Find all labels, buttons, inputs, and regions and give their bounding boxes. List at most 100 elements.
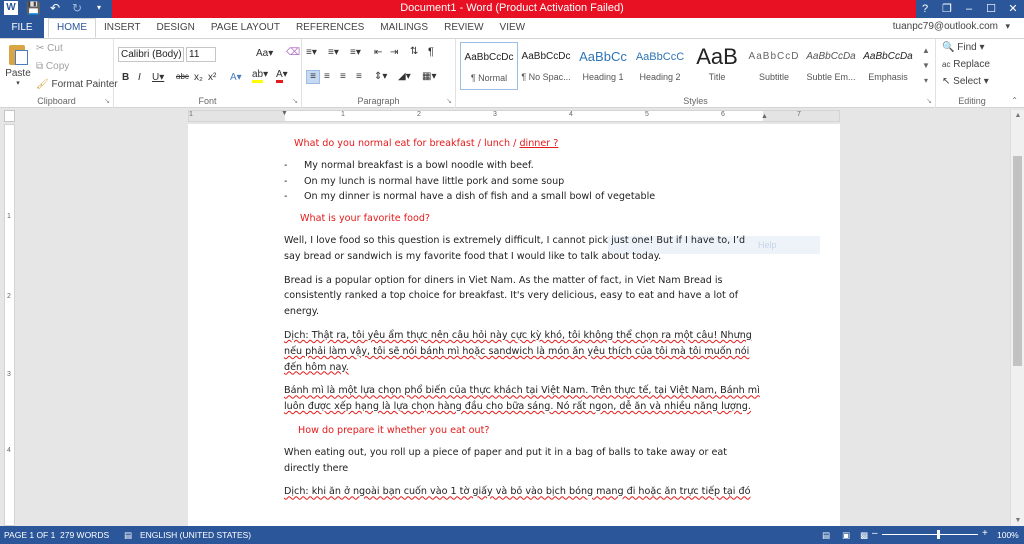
zoom-in-button[interactable]: + xyxy=(982,528,988,539)
horizontal-ruler[interactable]: 1 1 2 3 4 5 6 7 ▼ ▲ xyxy=(188,110,840,122)
scroll-up-icon[interactable]: ▲ xyxy=(1011,112,1024,119)
font-size-box[interactable]: 11 xyxy=(186,47,216,62)
tab-home[interactable]: HOME xyxy=(48,18,96,38)
right-indent-marker-icon[interactable]: ▲ xyxy=(761,113,768,120)
vertical-scrollbar[interactable]: ▲ ▼ xyxy=(1010,110,1024,526)
style-subtitle[interactable]: AaBbCcD Subtitle xyxy=(745,42,803,90)
clear-formatting-icon[interactable]: ⌫ xyxy=(286,47,300,58)
zoom-slider-track[interactable] xyxy=(882,534,978,535)
word-count[interactable]: 279 WORDS xyxy=(60,530,109,540)
underline-icon[interactable]: U▾ xyxy=(152,72,164,83)
subscript-icon[interactable]: x₂ xyxy=(194,72,203,83)
proofing-icon[interactable]: ▤ xyxy=(124,530,132,541)
paintbrush-icon: 🖌 xyxy=(36,79,49,90)
vertical-ruler[interactable]: 1 2 3 4 xyxy=(4,124,15,526)
numbering-icon[interactable]: ≡▾ xyxy=(328,47,339,58)
scroll-thumb[interactable] xyxy=(1013,156,1022,366)
tab-view[interactable]: VIEW xyxy=(492,18,534,38)
ribbon-tabs: FILE HOME INSERT DESIGN PAGE LAYOUT REFE… xyxy=(0,18,1024,38)
zoom-out-button[interactable]: – xyxy=(872,528,878,539)
decrease-indent-icon[interactable]: ⇤ xyxy=(374,47,382,58)
tab-list: HOME INSERT DESIGN PAGE LAYOUT REFERENCE… xyxy=(48,18,533,38)
collapse-ribbon-icon[interactable]: ⌃ xyxy=(1011,96,1018,105)
tab-design[interactable]: DESIGN xyxy=(149,18,203,38)
justify-icon[interactable]: ≡ xyxy=(356,71,362,82)
paste-button[interactable]: Paste ▾ xyxy=(4,42,32,90)
indent-marker-icon[interactable]: ▼ xyxy=(281,110,288,117)
account-email[interactable]: tuanpc79@outlook.com xyxy=(893,21,998,32)
copy-icon: ⧉ xyxy=(36,61,44,72)
customize-qat-icon[interactable]: ▾ xyxy=(92,1,106,15)
borders-icon[interactable]: ▦▾ xyxy=(422,71,436,82)
page-count[interactable]: PAGE 1 OF 1 xyxy=(4,530,55,540)
dialog-launcher-icon[interactable]: ↘ xyxy=(446,97,452,105)
dialog-launcher-icon[interactable]: ↘ xyxy=(292,97,298,105)
shading-icon[interactable]: ◢▾ xyxy=(398,71,411,82)
read-mode-icon[interactable]: ▤ xyxy=(822,530,830,541)
style-subtle-emphasis[interactable]: AaBbCcDa Subtle Em... xyxy=(802,42,860,90)
style-heading-1[interactable]: AaBbCc Heading 1 xyxy=(574,42,632,90)
redo-icon[interactable]: ↻ xyxy=(70,1,84,15)
ruler-number: 1 xyxy=(341,111,345,118)
tab-file[interactable]: FILE xyxy=(0,18,44,38)
ruler-number: 6 xyxy=(721,111,725,118)
sort-icon[interactable]: ⇅ xyxy=(410,46,418,57)
chevron-down-icon[interactable]: ▾ xyxy=(1005,21,1010,32)
language[interactable]: ENGLISH (UNITED STATES) xyxy=(140,530,251,540)
style-heading-2[interactable]: AaBbCcC Heading 2 xyxy=(631,42,689,90)
print-layout-icon[interactable]: ▣ xyxy=(842,530,850,541)
dialog-launcher-icon[interactable]: ↘ xyxy=(104,97,110,105)
font-name-box[interactable]: Calibri (Body) xyxy=(118,47,184,62)
left-margin-area xyxy=(189,111,285,121)
copy-button[interactable]: ⧉ Copy xyxy=(36,61,69,72)
font-color-icon[interactable]: A▾ xyxy=(276,69,288,83)
align-left-icon[interactable]: ≡ xyxy=(306,70,320,84)
tab-references[interactable]: REFERENCES xyxy=(288,18,372,38)
bullets-icon[interactable]: ≡▾ xyxy=(306,47,317,58)
tab-selector[interactable] xyxy=(4,110,15,122)
italic-icon[interactable]: I xyxy=(138,72,141,83)
style-no-spacing[interactable]: AaBbCcDc ¶ No Spac... xyxy=(517,42,575,90)
cut-button[interactable]: ✂ Cut xyxy=(36,43,63,54)
multilevel-list-icon[interactable]: ≡▾ xyxy=(350,47,361,58)
help-button[interactable]: ? xyxy=(914,0,936,18)
close-button[interactable]: ✕ xyxy=(1002,0,1024,18)
increase-indent-icon[interactable]: ⇥ xyxy=(390,47,398,58)
tab-insert[interactable]: INSERT xyxy=(96,18,149,38)
highlight-icon[interactable]: ab▾ xyxy=(252,69,268,83)
document-body[interactable]: What do you normal eat for breakfast / l… xyxy=(284,136,764,508)
tab-page-layout[interactable]: PAGE LAYOUT xyxy=(203,18,288,38)
style-sample: AaBbCcC xyxy=(635,51,685,63)
zoom-slider-thumb[interactable] xyxy=(937,530,940,539)
tab-review[interactable]: REVIEW xyxy=(436,18,491,38)
line-spacing-icon[interactable]: ⇕▾ xyxy=(374,71,387,82)
style-name: Heading 1 xyxy=(582,72,624,82)
superscript-icon[interactable]: x² xyxy=(208,72,216,83)
tab-mailings[interactable]: MAILINGS xyxy=(372,18,436,38)
align-center-icon[interactable]: ≡ xyxy=(324,71,330,82)
strikethrough-icon[interactable]: abc xyxy=(176,72,189,81)
undo-icon[interactable]: ↶ xyxy=(48,1,62,15)
style-name: Subtle Em... xyxy=(806,72,856,82)
zoom-level[interactable]: 100% xyxy=(997,530,1019,540)
style-emphasis[interactable]: AaBbCcDa Emphasis xyxy=(859,42,917,90)
show-formatting-icon[interactable]: ¶ xyxy=(428,46,434,58)
dialog-launcher-icon[interactable]: ↘ xyxy=(926,97,932,105)
grow-font-icon[interactable]: Aa▾ xyxy=(256,48,273,59)
format-painter-button[interactable]: 🖌 Format Painter xyxy=(36,79,118,90)
styles-scroll[interactable]: ▲ ▼ ▾ xyxy=(920,43,932,88)
scroll-down-icon[interactable]: ▼ xyxy=(1011,517,1024,524)
document-page[interactable]: Help What do you normal eat for breakfas… xyxy=(188,124,840,526)
web-layout-icon[interactable]: ▩ xyxy=(860,530,868,541)
text-effects-icon[interactable]: A▾ xyxy=(230,72,242,83)
bold-icon[interactable]: B xyxy=(122,72,129,83)
maximize-button[interactable]: ☐ xyxy=(980,0,1002,18)
style-normal[interactable]: AaBbCcDc ¶ Normal xyxy=(460,42,518,90)
style-title[interactable]: AaB Title xyxy=(688,42,746,90)
minimize-button[interactable]: – xyxy=(958,0,980,18)
align-right-icon[interactable]: ≡ xyxy=(340,71,346,82)
question-heading: What is your favorite food? xyxy=(300,213,431,225)
paragraph: Well, I love food so this question is ex… xyxy=(284,234,746,262)
ribbon-display-options-button[interactable]: ❐ xyxy=(936,0,958,18)
save-icon[interactable]: 💾 xyxy=(26,1,41,15)
